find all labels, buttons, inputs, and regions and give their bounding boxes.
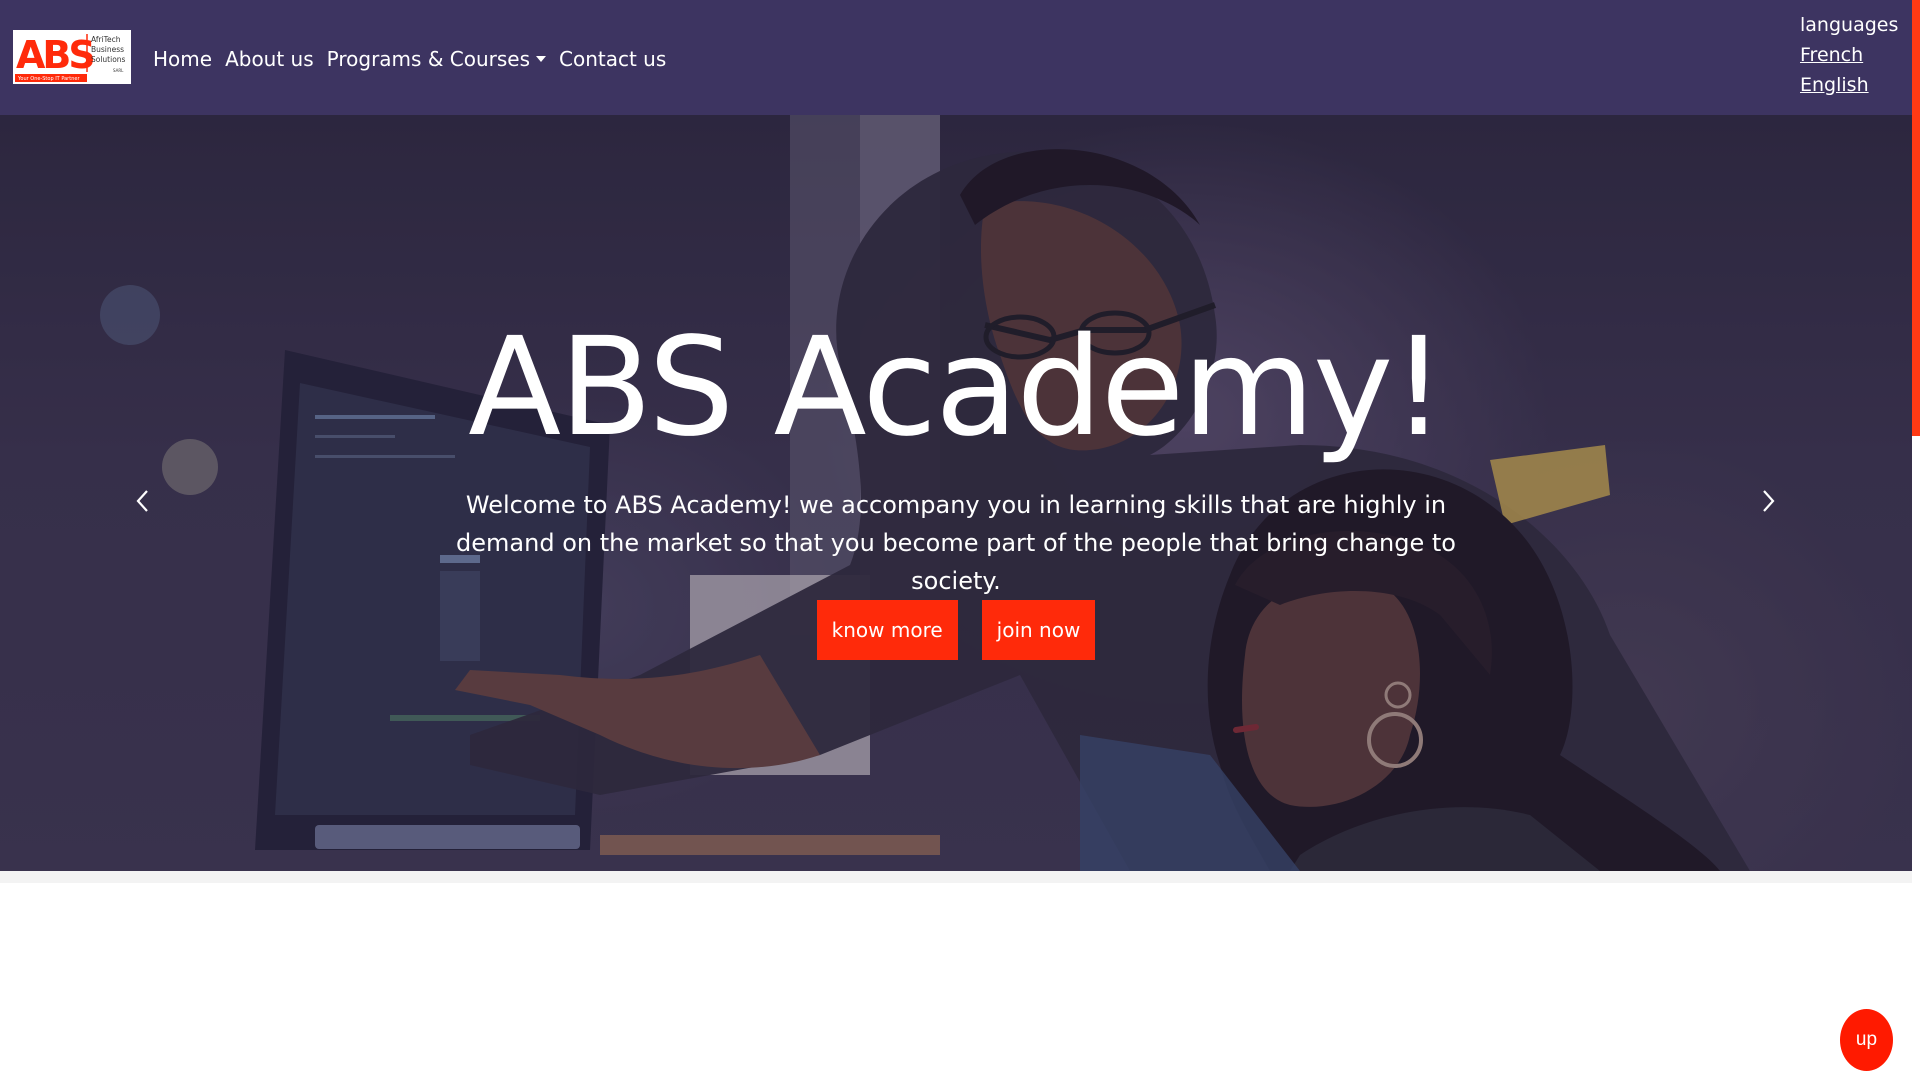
carousel-bottom-strip	[0, 871, 1912, 883]
language-french-link[interactable]: French	[1800, 40, 1900, 70]
language-english-link[interactable]: English	[1800, 70, 1900, 100]
caret-down-icon	[536, 56, 547, 62]
nav-programs-dropdown[interactable]: Programs & Courses	[327, 47, 559, 71]
chevron-right-icon	[1763, 490, 1775, 512]
hero-title: ABS Academy!	[468, 309, 1446, 467]
top-navbar: ABS AfriTech Business Solutions SARL You…	[0, 0, 1912, 115]
svg-text:SARL: SARL	[113, 68, 124, 73]
nav-home-link[interactable]: Home	[153, 47, 225, 71]
languages-heading: languages	[1800, 14, 1899, 36]
carousel-next-button[interactable]	[1753, 481, 1783, 521]
language-switcher: languages French English	[1800, 10, 1900, 100]
chevron-left-icon	[136, 490, 148, 512]
svg-text:Solutions: Solutions	[91, 55, 126, 64]
main-nav: Home About us Programs & Courses Contact…	[153, 0, 679, 118]
carousel-prev-button[interactable]	[128, 481, 158, 521]
join-now-button[interactable]: join now	[981, 600, 1096, 660]
nav-programs-label: Programs & Courses	[326, 47, 531, 71]
scrollbar-thumb[interactable]	[1912, 0, 1920, 436]
hero-subtitle: Welcome to ABS Academy! we accompany you…	[456, 491, 1456, 595]
scroll-up-button[interactable]: up	[1840, 1009, 1893, 1071]
know-more-button[interactable]: know more	[816, 600, 958, 660]
hero-cta-group: know more join now	[0, 600, 1912, 660]
brand-logo[interactable]: ABS AfriTech Business Solutions SARL You…	[13, 30, 131, 84]
hero-carousel: ABS Academy! Welcome to ABS Academy! we …	[0, 115, 1912, 871]
nav-about-link[interactable]: About us	[225, 47, 327, 71]
svg-text:AfriTech: AfriTech	[91, 35, 121, 44]
svg-text:Your One-Stop IT Partner: Your One-Stop IT Partner	[17, 76, 80, 82]
nav-contact-link[interactable]: Contact us	[559, 47, 679, 71]
svg-text:ABS: ABS	[16, 33, 93, 77]
scrollbar-track[interactable]	[1912, 436, 1920, 1080]
svg-text:Business: Business	[91, 45, 124, 54]
